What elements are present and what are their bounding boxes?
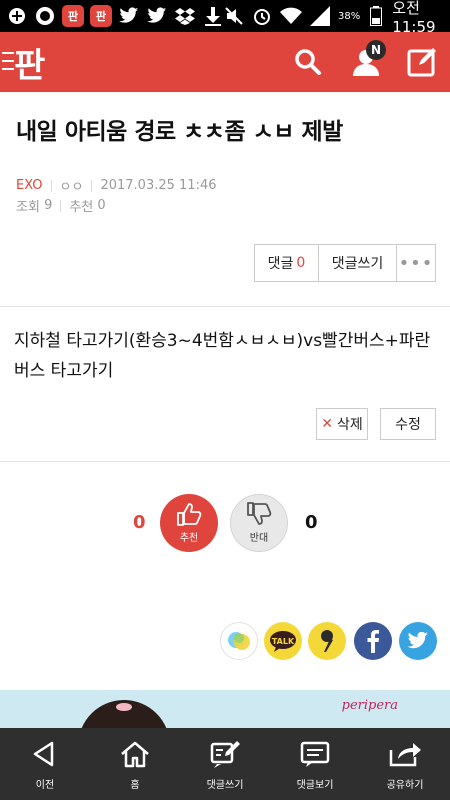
delete-button[interactable]: ✕ 삭제 [316, 408, 368, 440]
alarm-icon [252, 5, 272, 27]
post-body: 지하철 타고가기(환승3~4번함ㅅㅂㅅㅂ)vs빨간버스+파란버스 타고가기 [14, 331, 431, 381]
delete-label: 삭제 [336, 417, 363, 433]
nav-back-label: 이전 [35, 780, 55, 791]
divider [0, 461, 450, 462]
close-icon: ✕ [321, 416, 333, 432]
signal-icon [310, 5, 330, 27]
views-label: 조회 [16, 200, 40, 215]
comments-button[interactable]: 댓글 0 [255, 245, 319, 281]
meta-divider [91, 179, 93, 192]
kakao-talk-label: TALK [271, 636, 295, 646]
add-circle-icon [6, 5, 28, 27]
kakao-talk-share-icon[interactable]: TALK [264, 622, 302, 660]
post-title: 내일 아티움 경로 ㅊㅊ좀 ㅅㅂ 제발 [16, 119, 343, 145]
kakao-page-share-icon[interactable] [308, 622, 346, 660]
pann-logo[interactable]: 판 [14, 38, 45, 87]
thumbs-down-icon [246, 502, 272, 529]
downvote-count: 0 [305, 512, 318, 533]
kakao-story-share-icon[interactable] [220, 622, 258, 660]
compose-icon [210, 741, 240, 768]
twitter-icon [118, 5, 140, 27]
divider [0, 306, 450, 307]
write-icon[interactable] [404, 44, 440, 80]
post-stats: 조회 9 추천 0 [16, 196, 106, 215]
mute-icon [224, 5, 244, 27]
wifi-icon [280, 5, 302, 27]
comment-button-group: 댓글 0 댓글쓰기 ••• [254, 244, 436, 282]
pann-app-icon: 판 [62, 5, 84, 27]
nav-view-comments-label: 댓글보기 [296, 780, 334, 791]
back-arrow-icon [33, 741, 54, 767]
nav-write-comment-button[interactable]: 댓글쓰기 [180, 728, 270, 800]
twitter-icon-2 [146, 5, 168, 27]
ad-banner[interactable]: peripera [0, 690, 450, 728]
views-count: 9 [44, 198, 53, 213]
more-icon: ••• [398, 252, 434, 274]
comments-count: 0 [296, 255, 306, 271]
nav-write-comment-label: 댓글쓰기 [206, 780, 244, 791]
downvote-button[interactable]: 반대 [230, 494, 288, 552]
post-category[interactable]: EXO [16, 178, 43, 193]
write-comment-button[interactable]: 댓글쓰기 [319, 245, 397, 281]
record-icon [34, 5, 56, 27]
edit-button[interactable]: 수정 [380, 408, 436, 440]
bottom-toolbar: 이전 홈 댓글쓰기 댓글보기 공유하기 [0, 728, 450, 800]
upvote-button[interactable]: 추천 [160, 494, 218, 552]
nav-home-button[interactable]: 홈 [90, 728, 180, 800]
more-button[interactable]: ••• [397, 245, 435, 281]
twitter-share-icon[interactable] [399, 622, 437, 660]
nav-back-button[interactable]: 이전 [0, 728, 90, 800]
nav-home-label: 홈 [130, 780, 140, 791]
app-header: 판 N [0, 32, 450, 92]
upvote-count: 0 [133, 512, 146, 533]
comments-label: 댓글 [267, 256, 294, 272]
download-icon [202, 5, 224, 27]
user-icon[interactable]: N [348, 40, 386, 80]
ad-model-image [78, 700, 170, 728]
comments-icon [300, 741, 330, 767]
facebook-share-icon[interactable] [354, 622, 392, 660]
status-left: 판 판 [0, 5, 224, 27]
post-datetime: 2017.03.25 11:46 [100, 178, 217, 193]
ad-brand-logo: peripera [341, 698, 398, 713]
battery-icon [368, 5, 384, 27]
meta-divider [50, 179, 52, 192]
menu-icon[interactable] [2, 52, 14, 70]
meta-divider [60, 199, 62, 212]
pann-app-icon-2: 판 [90, 5, 112, 27]
battery-percent: 38% [338, 10, 361, 22]
post-meta: EXO ㅇㅇ 2017.03.25 11:46 [16, 176, 216, 195]
downvote-label: 반대 [249, 533, 269, 544]
dropbox-icon [174, 5, 196, 27]
share-icon [389, 743, 421, 767]
status-right: 38% 오전 11:59 [224, 0, 450, 36]
nav-share-label: 공유하기 [386, 780, 424, 791]
status-bar: 판 판 38% 오전 11:59 [0, 0, 450, 36]
nav-view-comments-button[interactable]: 댓글보기 [270, 728, 360, 800]
search-icon[interactable] [290, 44, 326, 80]
home-icon [121, 741, 149, 768]
notification-badge: N [366, 40, 386, 60]
post-author: ㅇㅇ [59, 180, 84, 195]
recommend-label: 추천 [69, 200, 94, 215]
nav-share-button[interactable]: 공유하기 [360, 728, 450, 800]
upvote-label: 추천 [179, 533, 199, 544]
thumbs-up-icon [176, 502, 202, 529]
recommend-count: 0 [97, 198, 106, 213]
clock: 오전 11:59 [392, 0, 436, 36]
